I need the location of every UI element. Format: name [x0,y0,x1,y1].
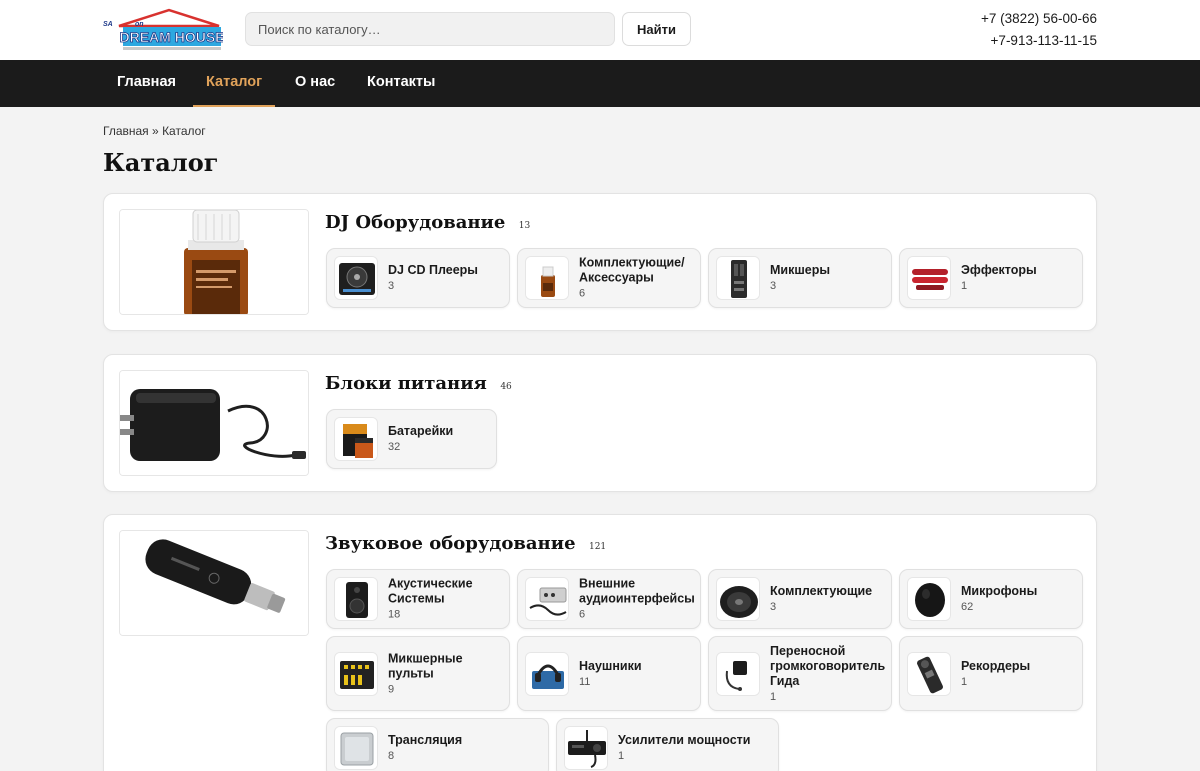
subcategory-tile-batteries[interactable]: Батарейки 32 [326,409,497,469]
breadcrumb: Главная » Каталог [103,124,206,138]
subcategory-name: Микшерные пульты [388,651,463,680]
subcategory-tile-broadcasting[interactable]: Трансляция 8 [326,718,549,771]
subcategory-name: Наушники [579,658,642,673]
subcategory-count: 6 [579,608,586,621]
category-title-link[interactable]: Звуковое оборудование [325,533,576,554]
subcategory-count: 8 [388,750,395,762]
subcategory-name: Рекордеры [961,658,1031,673]
category-image-dj-equipment[interactable] [119,209,309,315]
search-input[interactable] [246,13,614,45]
cleaning-fluid-bottle-icon [525,256,569,300]
search-button[interactable]: Найти [622,12,691,46]
breadcrumb-current: Каталог [162,124,206,138]
category-count: 121 [588,542,607,552]
category-image-power-supplies[interactable] [119,370,309,476]
category-card-power-supplies: Блоки питания 46 Батарейки 32 [103,354,1097,492]
nav-item-about[interactable]: О нас [295,60,335,107]
amplifier-icon [564,726,608,770]
subcategory-count: 11 [579,675,591,688]
category-image-sound-equipment[interactable] [119,530,309,636]
subcategory-name: Усилители мощности [618,733,751,747]
subcategory-name: Эффекторы [961,263,1037,277]
subcategory-tile-mixers[interactable]: Микшеры 3 [708,248,892,308]
battery-icon [334,417,378,461]
subcategory-count: 6 [579,287,586,300]
category-heading: Блоки питания 46 [325,373,512,394]
subcategory-name: Акустические Системы [388,576,473,606]
effects-unit-icon [907,256,951,300]
contact-phones: +7 (3822) 56-00-66 +7-913-113-11-15 [981,8,1097,52]
subcategory-count: 1 [618,750,625,762]
subcategory-name: Микшеры [770,263,831,277]
nav-item-catalog[interactable]: Каталог [192,60,276,107]
search-box [245,12,615,46]
top-header: SA on DREAM HOUSE Найти +7 (3822) 56-00-… [0,0,1200,60]
breadcrumb-home-link[interactable]: Главная [103,124,149,138]
category-heading: Звуковое оборудование 121 [325,533,606,554]
subcategory-tile-power-amplifiers[interactable]: Усилители мощности 1 [556,718,779,771]
subcategory-count: 3 [770,280,777,292]
subcategory-tile-accessories[interactable]: Комплектующие/ Аксессуары 6 [517,248,701,308]
category-count: 46 [500,382,512,392]
subcategory-count: 3 [770,601,777,613]
main-navigation: Главная Каталог О нас Контакты [0,60,1200,107]
subcategory-count: 32 [388,441,401,453]
breadcrumb-separator: » [152,124,159,138]
subcategory-tile-components[interactable]: Комплектующие 3 [708,569,892,629]
category-heading: DJ Оборудование 13 [325,212,530,233]
nav-item-home[interactable]: Главная [117,60,176,107]
wall-speaker-icon [334,726,378,770]
microphone-icon [907,577,951,621]
mixer-icon [716,256,760,300]
headphones-icon [525,652,569,696]
subcategory-name: Трансляция [388,733,463,747]
page-title: Каталог [103,148,219,177]
subcategory-name: Микрофоны [961,584,1038,598]
subcategory-count: 3 [388,280,395,292]
mixing-console-icon [334,652,378,696]
subcategory-count: 1 [961,675,968,688]
subcategory-tile-headphones[interactable]: Наушники 11 [517,636,701,711]
subcategory-name: Внешние аудиоинтерфейсы [579,576,695,606]
svg-text:on: on [135,21,144,28]
category-count: 13 [518,221,531,231]
subcategory-tile-speakers[interactable]: Акустические Системы 18 [326,569,510,629]
site-logo[interactable]: SA on DREAM HOUSE [101,8,225,52]
category-title-link[interactable]: DJ Оборудование [325,212,505,233]
speaker-driver-icon [716,577,760,621]
subcategory-count: 9 [388,683,395,695]
subcategory-name: DJ CD Плееры [388,263,478,277]
subcategory-name: Переносной громкоговоритель Гида [770,643,886,688]
subcategory-name: Батарейки [388,424,454,438]
subcategory-tile-effects[interactable]: Эффекторы 1 [899,248,1083,308]
subcategory-tile-audio-interfaces[interactable]: Внешние аудиоинтерфейсы 6 [517,569,701,629]
subcategory-name: Комплектующие/ Аксессуары [579,255,685,285]
subcategory-tile-guide-loudspeaker[interactable]: Переносной громкоговоритель Гида 1 [708,636,892,711]
audio-interface-icon [525,577,569,621]
subcategory-count: 18 [388,608,401,621]
headset-speaker-icon [716,652,760,696]
category-card-dj-equipment: DJ Оборудование 13 DJ CD Плееры 3 Компле… [103,193,1097,331]
subcategory-tile-mixing-consoles[interactable]: Микшерные пульты 9 [326,636,510,711]
subcategory-count: 1 [770,690,777,703]
category-card-sound-equipment: Звуковое оборудование 121 Акустические С… [103,514,1097,771]
phone-number-2[interactable]: +7-913-113-11-15 [981,30,1097,52]
svg-text:DREAM HOUSE: DREAM HOUSE [119,29,223,45]
dj-cd-player-icon [334,256,378,300]
subcategory-tile-dj-cd-players[interactable]: DJ CD Плееры 3 [326,248,510,308]
subcategory-tile-microphones[interactable]: Микрофоны 62 [899,569,1083,629]
svg-text:SA: SA [103,21,113,28]
phone-number-1[interactable]: +7 (3822) 56-00-66 [981,8,1097,30]
subcategory-count: 1 [961,280,968,292]
nav-item-contacts[interactable]: Контакты [367,60,435,107]
speaker-icon [334,577,378,621]
category-title-link[interactable]: Блоки питания [325,373,487,394]
subcategory-count: 62 [961,601,974,613]
subcategory-tile-recorders[interactable]: Рекордеры 1 [899,636,1083,711]
recorder-icon [907,652,951,696]
subcategory-name: Комплектующие [770,584,873,598]
